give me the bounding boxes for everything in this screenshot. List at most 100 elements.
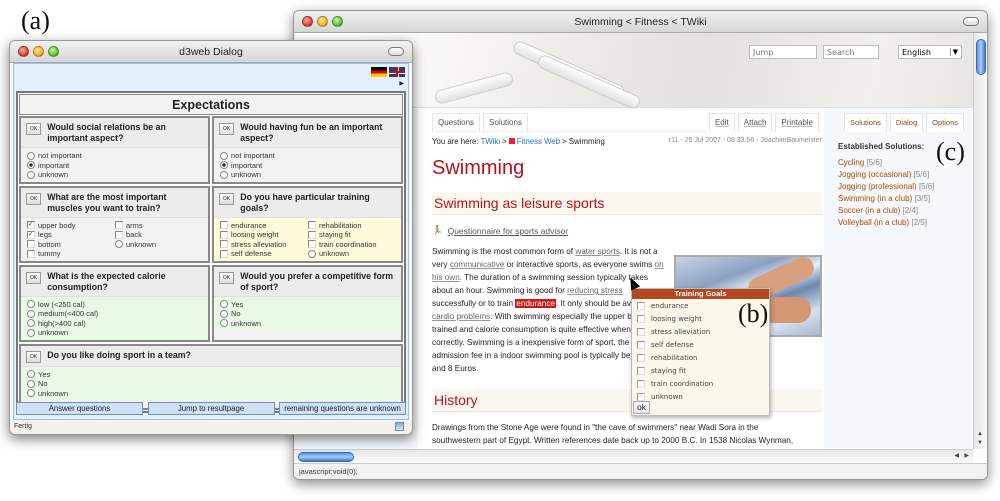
checkbox[interactable] xyxy=(637,327,645,336)
answer-checkbox[interactable]: tummy xyxy=(27,249,115,259)
jump-input[interactable] xyxy=(749,45,817,59)
question-ok-button[interactable]: OK xyxy=(219,123,235,135)
answer-radio[interactable]: No xyxy=(220,309,396,319)
answer-checkbox[interactable]: stress alleviation xyxy=(220,240,308,250)
checkbox[interactable] xyxy=(637,353,645,362)
answer-radio[interactable]: unknown xyxy=(220,170,396,180)
horizontal-scroll-thumb[interactable] xyxy=(298,452,354,462)
remaining-unknown-button[interactable]: remaining questions are unknown xyxy=(279,402,406,415)
answer-radio[interactable]: Yes xyxy=(220,300,396,310)
solution-name[interactable]: Swimming (in a club) xyxy=(838,194,912,203)
link-water-sports[interactable]: water sports xyxy=(575,247,620,256)
answer-radio[interactable]: unknown xyxy=(27,328,203,338)
sidebar-tab-options[interactable]: Options xyxy=(926,113,964,132)
answer-checkbox[interactable]: arms xyxy=(115,221,203,231)
vertical-scrollbar[interactable]: ▲ ▼ xyxy=(973,33,987,449)
tab-solutions[interactable]: Solutions xyxy=(483,113,528,131)
toolbar-toggle-button[interactable] xyxy=(388,47,404,56)
answer-checkbox[interactable]: back xyxy=(115,230,203,240)
sidebar-tab-solutions[interactable]: Solutions xyxy=(844,113,887,132)
popup-ok-button[interactable]: ok xyxy=(633,401,650,414)
popup-option[interactable]: unknown xyxy=(632,390,769,403)
question-ok-button[interactable]: OK xyxy=(219,271,235,284)
answer-radio[interactable]: important xyxy=(220,161,396,171)
answer-questions-button[interactable]: Answer questions xyxy=(16,402,143,415)
question-ok-button[interactable]: OK xyxy=(219,192,235,205)
answer-checkbox[interactable]: staying fit xyxy=(308,230,396,240)
popup-option[interactable]: rehabilitation xyxy=(632,351,769,364)
answer-checkbox[interactable]: upper body xyxy=(27,221,115,231)
link-cardio-problems[interactable]: cardio problems xyxy=(432,312,490,321)
minimize-button[interactable] xyxy=(33,46,44,57)
answer-radio[interactable]: unknown xyxy=(27,170,203,180)
solution-name[interactable]: Jogging (professional) xyxy=(838,182,917,191)
minimize-button[interactable] xyxy=(317,16,328,27)
solution-item[interactable]: Swimming (in a club) [3/5] xyxy=(838,193,973,205)
checkbox[interactable] xyxy=(637,379,645,388)
answer-radio[interactable]: unknown xyxy=(220,319,396,329)
attach-button[interactable]: Attach xyxy=(737,113,773,132)
question-ok-button[interactable]: OK xyxy=(26,192,42,205)
question-ok-button[interactable]: OK xyxy=(26,350,42,363)
checkbox[interactable] xyxy=(637,392,645,401)
answer-radio[interactable]: low (<250 cal) xyxy=(27,300,203,310)
german-flag-icon[interactable] xyxy=(371,67,387,77)
popup-option[interactable]: self defense xyxy=(632,338,769,351)
answer-checkbox[interactable]: bottom xyxy=(27,240,115,250)
answer-checkbox[interactable]: legs xyxy=(27,230,115,240)
breadcrumb-twiki[interactable]: TWiki xyxy=(481,137,501,146)
scroll-left-arrow[interactable]: ◀ xyxy=(954,452,959,459)
link-communicative[interactable]: communicative xyxy=(450,260,505,269)
solution-name[interactable]: Volleyball (in a club) xyxy=(838,218,909,227)
answer-radio[interactable]: unknown xyxy=(308,249,396,259)
printable-button[interactable]: Printable xyxy=(775,113,819,132)
toolbar-toggle-button[interactable] xyxy=(963,17,979,26)
solution-item[interactable]: Volleyball (in a club) [2/5] xyxy=(838,217,973,229)
answer-radio[interactable]: Yes xyxy=(27,370,396,380)
checkbox[interactable] xyxy=(637,314,645,323)
uk-flag-icon[interactable] xyxy=(389,67,405,77)
answer-checkbox[interactable]: rehabilitation xyxy=(308,221,396,231)
question-ok-button[interactable]: OK xyxy=(26,123,42,135)
questionnaire-link[interactable]: 🏃 Questionnaire for sports advisor xyxy=(432,225,822,236)
jump-to-resultpage-button[interactable]: Jump to resultpage xyxy=(147,402,275,415)
solution-name[interactable]: Jogging (occasional) xyxy=(838,170,911,179)
close-button[interactable] xyxy=(18,46,29,57)
answer-radio[interactable]: unknown xyxy=(27,389,396,399)
checkbox[interactable] xyxy=(637,301,645,310)
answer-radio[interactable]: No xyxy=(27,379,396,389)
sidebar-tab-dialog[interactable]: Dialog xyxy=(889,113,924,132)
vertical-scroll-thumb[interactable] xyxy=(976,39,986,75)
answer-checkbox[interactable]: self defense xyxy=(220,249,308,259)
zoom-button[interactable] xyxy=(332,16,343,27)
answer-checkbox[interactable]: endurance xyxy=(220,221,308,231)
answer-radio[interactable]: unknown xyxy=(115,240,203,250)
checkbox[interactable] xyxy=(637,366,645,375)
solution-item[interactable]: Soccer (in a club) [2/4] xyxy=(838,205,973,217)
solution-item[interactable]: Jogging (professional) [5/6] xyxy=(838,181,973,193)
language-select[interactable]: English ▼ xyxy=(898,45,962,59)
scroll-right-arrow[interactable]: ▶ xyxy=(964,452,969,459)
answer-checkbox[interactable]: loosing weight xyxy=(220,230,308,240)
link-reducing-stress[interactable]: reducing stress xyxy=(567,286,623,295)
answer-checkbox[interactable]: train coordination xyxy=(308,240,396,250)
answer-radio[interactable]: important xyxy=(27,161,203,171)
answer-radio[interactable]: not important xyxy=(27,151,203,161)
search-input[interactable] xyxy=(823,45,879,59)
zoom-button[interactable] xyxy=(48,46,59,57)
answer-radio[interactable]: high(>400 cal) xyxy=(27,319,203,329)
solution-name[interactable]: Soccer (in a club) xyxy=(838,206,900,215)
breadcrumb-fitness-web[interactable]: Fitness Web xyxy=(517,137,560,146)
checkbox[interactable] xyxy=(637,340,645,349)
tab-questions[interactable]: Questions xyxy=(432,113,481,131)
horizontal-scrollbar[interactable]: ◀ ▶ xyxy=(294,449,973,463)
solution-item[interactable]: Jogging (occasional) [5/6] xyxy=(838,169,973,181)
highlighted-term-endurance[interactable]: endurance xyxy=(515,299,556,308)
scroll-down-arrow[interactable]: ▼ xyxy=(977,440,983,446)
expand-arrow-icon[interactable]: ▶ xyxy=(399,80,404,87)
answer-radio[interactable]: not important xyxy=(220,151,396,161)
solution-name[interactable]: Cycling xyxy=(838,158,864,167)
scroll-up-arrow[interactable]: ▲ xyxy=(977,431,983,437)
answer-radio[interactable]: medium(<400 cal) xyxy=(27,309,203,319)
edit-button[interactable]: Edit xyxy=(708,113,735,132)
